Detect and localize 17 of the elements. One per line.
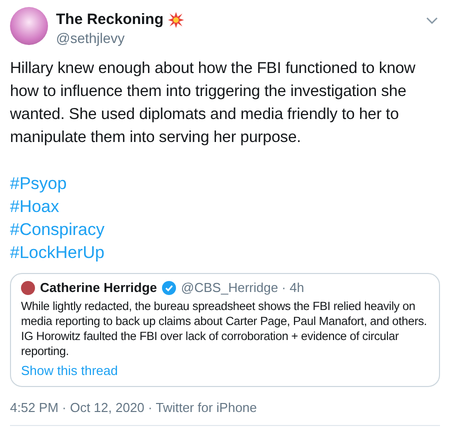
tweet-text: Hillary knew enough about how the FBI functioned to know how to influence them into triggering the investigation she wanted. She used diplomats and media friendly to her to manipulate them into serving her purpose. [10, 59, 416, 148]
quoted-author-name: Catherine Herridge [40, 280, 158, 295]
quoted-tweet[interactable] [10, 273, 440, 387]
author-handle[interactable]: @sethjlevy [56, 30, 426, 46]
author-name[interactable]: The Reckoning [56, 11, 164, 28]
hashtag-link[interactable]: #LockHerUp [10, 241, 104, 264]
quoted-handle-time: @CBS_Herridge · 4h [181, 280, 304, 295]
avatar[interactable] [10, 7, 48, 45]
avatar [21, 280, 35, 294]
hashtag-link[interactable]: #Hoax [10, 195, 60, 218]
chevron-icon[interactable] [426, 17, 438, 24]
hashtag-link[interactable]: #Psyop [10, 172, 67, 195]
tweet-timestamp: 4:52 PM · Oct 12, 2020 · Twitter for iPhone [10, 400, 258, 415]
hashtag-link[interactable]: #Conspiracy [10, 218, 104, 241]
burst-icon [168, 12, 184, 28]
quoted-text: While lightly redacted, the bureau spreadsheet shows the FBI relied heavily on media reporting to back up claims about Carter Page, Paul Manafort, and others. IG Horowitz faulted the FBI over lack of corroboration + evidence of circular reporting. [21, 299, 428, 359]
show-thread-link[interactable]: Show this thread [21, 363, 118, 378]
